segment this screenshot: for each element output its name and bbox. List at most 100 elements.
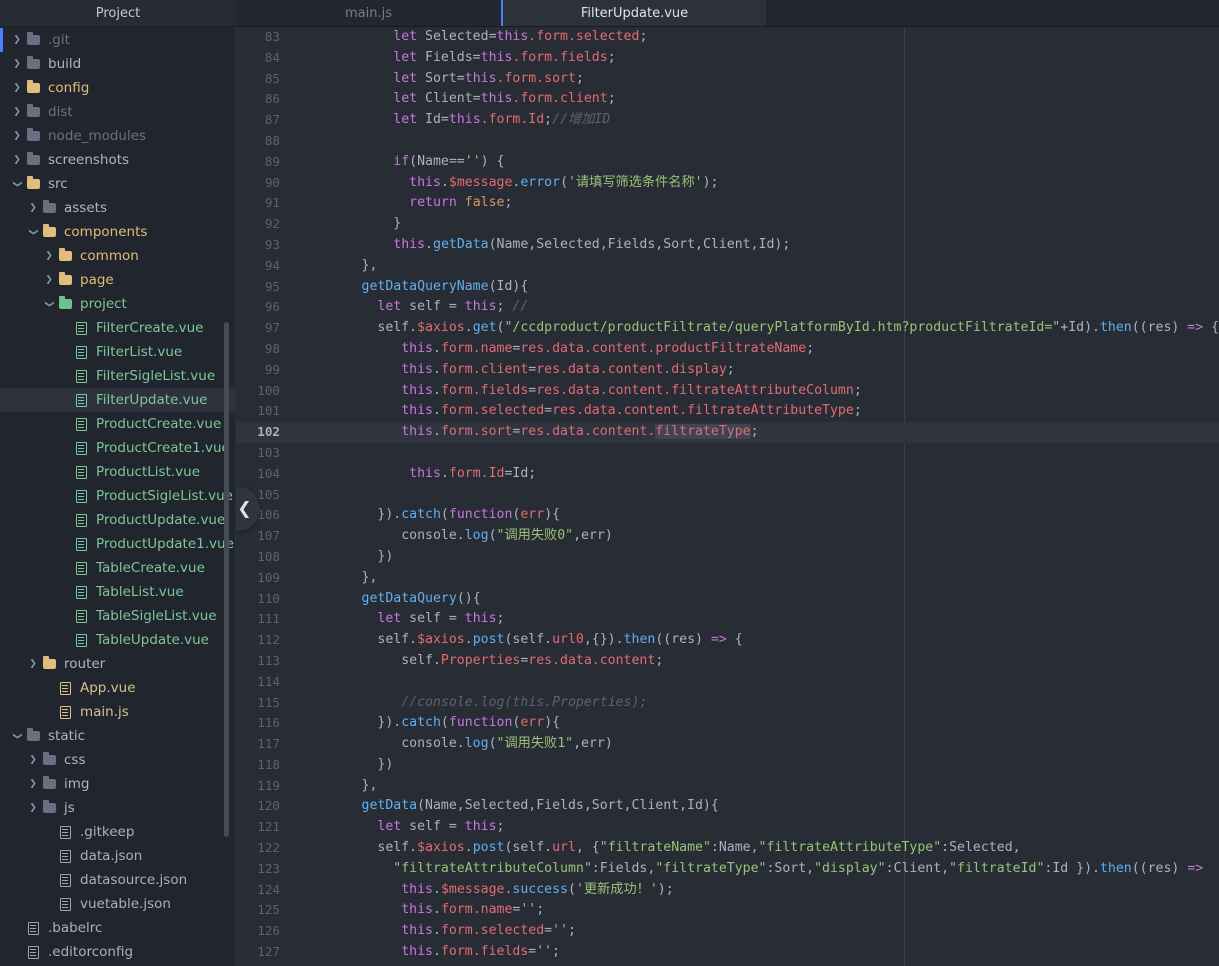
code-text[interactable]: this.form.name=''; [298,900,544,921]
code-line[interactable]: 94 }, [236,256,1219,277]
code-text[interactable]: getDataQueryName(Id){ [298,277,529,298]
tree-item-gitkeep[interactable]: .gitkeep [0,820,236,844]
code-text[interactable]: //console.log(this.Properties); [298,693,647,714]
tree-item-app-vue[interactable]: App.vue [0,676,236,700]
tree-item-data-json[interactable]: data.json [0,844,236,868]
chevron-right-icon[interactable]: ❯ [10,28,24,52]
code-line[interactable]: 85 let Sort=this.form.sort; [236,69,1219,90]
code-line[interactable]: 97 self.$axios.get("/ccdproduct/productF… [236,318,1219,339]
code-line[interactable]: 83 let Selected=this.form.selected; [236,27,1219,48]
code-line[interactable]: 112 self.$axios.post(self.url0,{}).then(… [236,630,1219,651]
file-tree[interactable]: ❯ .git ❯ build ❯ config ❯ dist ❯ node_modules ❯ scr… [0,27,236,964]
tree-item-babelrc[interactable]: .babelrc [0,916,236,940]
sidebar-scrollbar-thumb[interactable] [224,322,229,837]
chevron-right-icon[interactable]: ❯ [10,148,24,172]
code-line[interactable]: 92 } [236,214,1219,235]
tree-item-datasource-json[interactable]: datasource.json [0,868,236,892]
code-line[interactable]: 107 console.log("调用失败0",err) [236,526,1219,547]
code-line[interactable]: 105 [236,485,1219,506]
code-text[interactable]: let Client=this.form.client; [298,89,615,110]
code-text[interactable]: let self = this; [298,817,504,838]
chevron-right-icon[interactable]: ❯ [10,124,24,148]
code-text[interactable]: console.log("调用失败0",err) [298,526,613,547]
code-text[interactable]: this.$message.success('更新成功！'); [298,880,673,901]
tree-item-tableupdate-vue[interactable]: TableUpdate.vue [0,628,236,652]
code-text[interactable]: this.form.Id=Id; [298,464,536,485]
code-area[interactable]: 83 let Selected=this.form.selected; 84 le… [236,27,1219,966]
code-text[interactable]: let self = this; // [298,297,528,318]
tree-item-tablesiglelist-vue[interactable]: TableSigleList.vue [0,604,236,628]
tree-item-assets[interactable]: ❯ assets [0,196,236,220]
code-line[interactable]: 90 this.$message.error('请填写筛选条件名称'); [236,173,1219,194]
code-line[interactable]: 116 }).catch(function(err){ [236,713,1219,734]
code-line[interactable]: 127 this.form.fields=''; [236,942,1219,963]
code-text[interactable]: getDataQuery(){ [298,589,481,610]
code-line[interactable]: 111 let self = this; [236,609,1219,630]
code-text[interactable]: this.form.selected=res.data.content.filt… [298,401,862,422]
code-text[interactable]: this.form.name=res.data.content.productF… [298,339,814,360]
tree-item-filtercreate-vue[interactable]: FilterCreate.vue [0,316,236,340]
chevron-right-icon[interactable]: ❯ [10,52,24,76]
chevron-right-icon[interactable]: ❯ [10,76,24,100]
tree-item-src[interactable]: ❯ src [0,172,236,196]
code-text[interactable]: let Fields=this.form.fields; [298,48,615,69]
tree-item-productcreate-vue[interactable]: ProductCreate.vue [0,412,236,436]
chevron-right-icon[interactable]: ❯ [26,652,40,676]
chevron-right-icon[interactable]: ❯ [10,100,24,124]
chevron-right-icon[interactable]: ❯ [26,196,40,220]
code-line[interactable]: 84 let Fields=this.form.fields; [236,48,1219,69]
code-lines[interactable]: 83 let Selected=this.form.selected; 84 le… [236,27,1219,963]
code-text[interactable]: this.form.fields=res.data.content.filtra… [298,381,862,402]
code-line[interactable]: 110 getDataQuery(){ [236,589,1219,610]
code-text[interactable]: }).catch(function(err){ [298,505,560,526]
code-text[interactable]: getData(Name,Selected,Fields,Sort,Client… [298,796,719,817]
code-line[interactable]: 121 let self = this; [236,817,1219,838]
tree-item-static[interactable]: ❯ static [0,724,236,748]
code-text[interactable]: let Selected=this.form.selected; [298,27,647,48]
tree-item-vuetable-json[interactable]: vuetable.json [0,892,236,916]
code-text[interactable]: self.$axios.get("/ccdproduct/productFilt… [298,318,1219,339]
editor-tab-filterupdate-vue[interactable]: FilterUpdate.vue [503,0,766,27]
code-text[interactable]: this.form.selected=''; [298,921,576,942]
tree-item-css[interactable]: ❯ css [0,748,236,772]
code-text[interactable]: }, [298,256,378,277]
tree-item-main-js[interactable]: main.js [0,700,236,724]
chevron-down-icon[interactable]: ❯ [37,297,61,311]
code-text[interactable]: if(Name=='') { [298,152,504,173]
code-line[interactable]: 108 }) [236,547,1219,568]
code-text[interactable]: }, [298,568,378,589]
code-line[interactable]: 109 }, [236,568,1219,589]
code-line[interactable]: 119 }, [236,776,1219,797]
tree-item-filterlist-vue[interactable]: FilterList.vue [0,340,236,364]
tree-item-productupdate-vue[interactable]: ProductUpdate.vue [0,508,236,532]
code-line[interactable]: 98 this.form.name=res.data.content.produ… [236,339,1219,360]
code-line[interactable]: 100 this.form.fields=res.data.content.fi… [236,381,1219,402]
code-text[interactable]: }).catch(function(err){ [298,713,560,734]
code-text[interactable]: this.form.client=res.data.content.displa… [298,360,735,381]
editor-tab-bar[interactable]: main.js FilterUpdate.vue [236,0,1219,27]
code-text[interactable]: let self = this; [298,609,504,630]
code-text[interactable]: this.form.fields=''; [298,942,560,963]
code-line[interactable]: 120 getData(Name,Selected,Fields,Sort,Cl… [236,796,1219,817]
code-text[interactable]: self.$axios.post(self.url0,{}).then((res… [298,630,742,651]
tree-item-build[interactable]: ❯ build [0,52,236,76]
chevron-down-icon[interactable]: ❯ [5,729,29,743]
code-line[interactable]: 124 this.$message.success('更新成功！'); [236,880,1219,901]
code-line[interactable]: 125 this.form.name=''; [236,900,1219,921]
code-line[interactable]: 113 self.Properties=res.data.content; [236,651,1219,672]
code-text[interactable]: "filtrateAttributeColumn":Fields,"filtra… [298,859,1203,880]
code-line[interactable]: 126 this.form.selected=''; [236,921,1219,942]
code-text[interactable]: this.$message.error('请填写筛选条件名称'); [298,173,718,194]
code-text[interactable]: let Id=this.form.Id;//增加ID [298,110,610,131]
code-line[interactable]: 102 this.form.sort=res.data.content.filt… [236,422,1219,443]
chevron-down-icon[interactable]: ❯ [5,177,29,191]
tree-item-components[interactable]: ❯ components [0,220,236,244]
chevron-right-icon[interactable]: ❯ [42,268,56,292]
code-line[interactable]: 87 let Id=this.form.Id;//增加ID [236,110,1219,131]
tree-item-dist[interactable]: ❯ dist [0,100,236,124]
code-text[interactable]: self.Properties=res.data.content; [298,651,663,672]
tree-item-page[interactable]: ❯ page [0,268,236,292]
code-line[interactable]: 99 this.form.client=res.data.content.dis… [236,360,1219,381]
code-text[interactable]: this.form.sort=res.data.content.filtrate… [298,422,759,443]
code-text[interactable]: }, [298,776,378,797]
